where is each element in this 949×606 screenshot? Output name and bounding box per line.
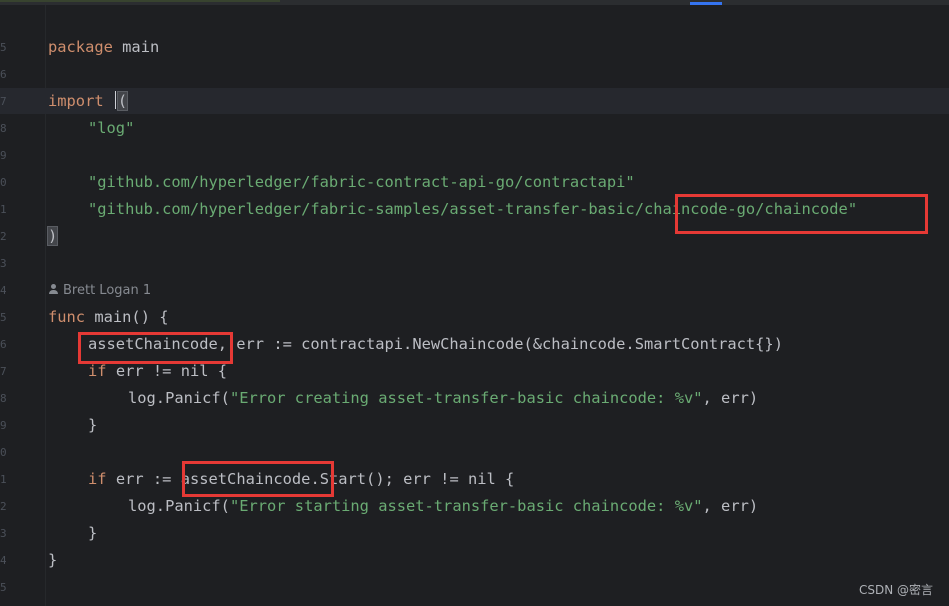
code-line-import-close[interactable]: ) — [46, 223, 59, 250]
line-number[interactable]: 7 — [0, 358, 6, 385]
code-line-close-func[interactable]: } — [48, 547, 57, 574]
keyword-import: import — [48, 92, 104, 110]
line-number[interactable]: 1 — [0, 196, 6, 223]
func-close-brace: } — [48, 551, 58, 569]
code-line-panic-creating[interactable]: log.Panicf("Error creating asset-transfe… — [48, 385, 758, 412]
panicf-args: , err) — [702, 389, 759, 407]
matched-close-paren: ) — [46, 226, 59, 246]
editor-tab-strip — [0, 0, 949, 5]
package-name: main — [122, 38, 160, 56]
line-number[interactable]: 3 — [0, 250, 6, 277]
code-line-import-chaincode[interactable]: "github.com/hyperledger/fabric-samples/a… — [48, 196, 857, 223]
err-assign: err := — [115, 470, 172, 488]
panicf-call: log.Panicf( — [128, 497, 230, 515]
keyword-if: if — [88, 362, 107, 380]
user-icon — [48, 284, 59, 295]
code-line-package[interactable]: package main — [48, 34, 159, 61]
line-number[interactable]: 9 — [0, 412, 6, 439]
code-editor-screenshot: 5 6 7 8 9 0 1 2 3 4 5 6 7 8 9 0 1 2 3 4 … — [0, 0, 949, 606]
line-number[interactable]: 9 — [0, 142, 6, 169]
line-number[interactable]: 7 — [0, 88, 6, 115]
start-call: .Start(); err != nil { — [310, 470, 515, 488]
code-line-import-contractapi[interactable]: "github.com/hyperledger/fabric-contract-… — [48, 169, 635, 196]
code-line-close-if[interactable]: } — [48, 412, 97, 439]
code-line-new-chaincode[interactable]: assetChaincode, err := contractapi.NewCh… — [48, 331, 783, 358]
nil-check: err != nil { — [115, 362, 228, 380]
line-number[interactable]: 5 — [0, 574, 6, 601]
line-number[interactable]: 0 — [0, 169, 6, 196]
code-line-panic-starting[interactable]: log.Panicf("Error starting asset-transfe… — [48, 493, 758, 520]
close-brace: } — [88, 524, 98, 542]
line-number[interactable]: 0 — [0, 439, 6, 466]
code-line-import[interactable]: import ( — [48, 88, 129, 115]
keyword-if: if — [88, 470, 107, 488]
new-chaincode-call: , err := contractapi.NewChaincode(&chain… — [217, 335, 783, 353]
asset-chaincode-variable: assetChaincode — [180, 470, 311, 488]
matched-open-paren: ( — [116, 91, 129, 111]
active-tab-indicator[interactable] — [690, 2, 722, 5]
text-caret — [114, 91, 116, 109]
line-number[interactable]: 3 — [0, 520, 6, 547]
close-brace: } — [88, 416, 98, 434]
panicf-args: , err) — [702, 497, 759, 515]
keyword-func: func — [48, 308, 86, 326]
panicf-call: log.Panicf( — [128, 389, 230, 407]
line-number[interactable]: 4 — [0, 277, 6, 304]
line-number[interactable]: 6 — [0, 331, 6, 358]
line-number[interactable]: 6 — [0, 61, 6, 88]
code-vision-author[interactable]: Brett Logan 1 — [48, 278, 151, 304]
line-number[interactable]: 4 — [0, 547, 6, 574]
import-chaincode-path: "github.com/hyperledger/fabric-samples/a… — [88, 200, 635, 218]
line-number[interactable]: 8 — [0, 385, 6, 412]
error-starting-string: "Error starting asset-transfer-basic cha… — [229, 497, 703, 515]
code-line-import-log[interactable]: "log" — [48, 115, 134, 142]
line-number[interactable]: 5 — [0, 34, 6, 61]
code-line-close-if2[interactable]: } — [48, 520, 97, 547]
line-number[interactable]: 8 — [0, 115, 6, 142]
asset-chaincode-variable: assetChaincode — [88, 335, 218, 353]
keyword-package: package — [48, 38, 113, 56]
author-name: Brett Logan 1 — [63, 283, 152, 298]
import-contractapi-string: "github.com/hyperledger/fabric-contract-… — [88, 173, 635, 191]
code-line-if-err[interactable]: if err != nil { — [48, 358, 227, 385]
error-creating-string: "Error creating asset-transfer-basic cha… — [229, 389, 703, 407]
func-signature: main() { — [94, 308, 169, 326]
watermark: CSDN @密言 — [858, 583, 933, 597]
import-chaincode-suffix: /chaincode-go/chaincode" — [634, 200, 858, 218]
tab-progress-indicator — [0, 0, 280, 2]
code-line-func-main[interactable]: func main() { — [48, 304, 169, 331]
line-number[interactable]: 5 — [0, 304, 6, 331]
line-number[interactable]: 2 — [0, 493, 6, 520]
import-log-string: "log" — [88, 119, 135, 137]
current-line-highlight — [0, 88, 949, 114]
line-number[interactable]: 1 — [0, 466, 6, 493]
code-line-if-start[interactable]: if err := assetChaincode.Start(); err !=… — [48, 466, 514, 493]
line-number[interactable]: 2 — [0, 223, 6, 250]
